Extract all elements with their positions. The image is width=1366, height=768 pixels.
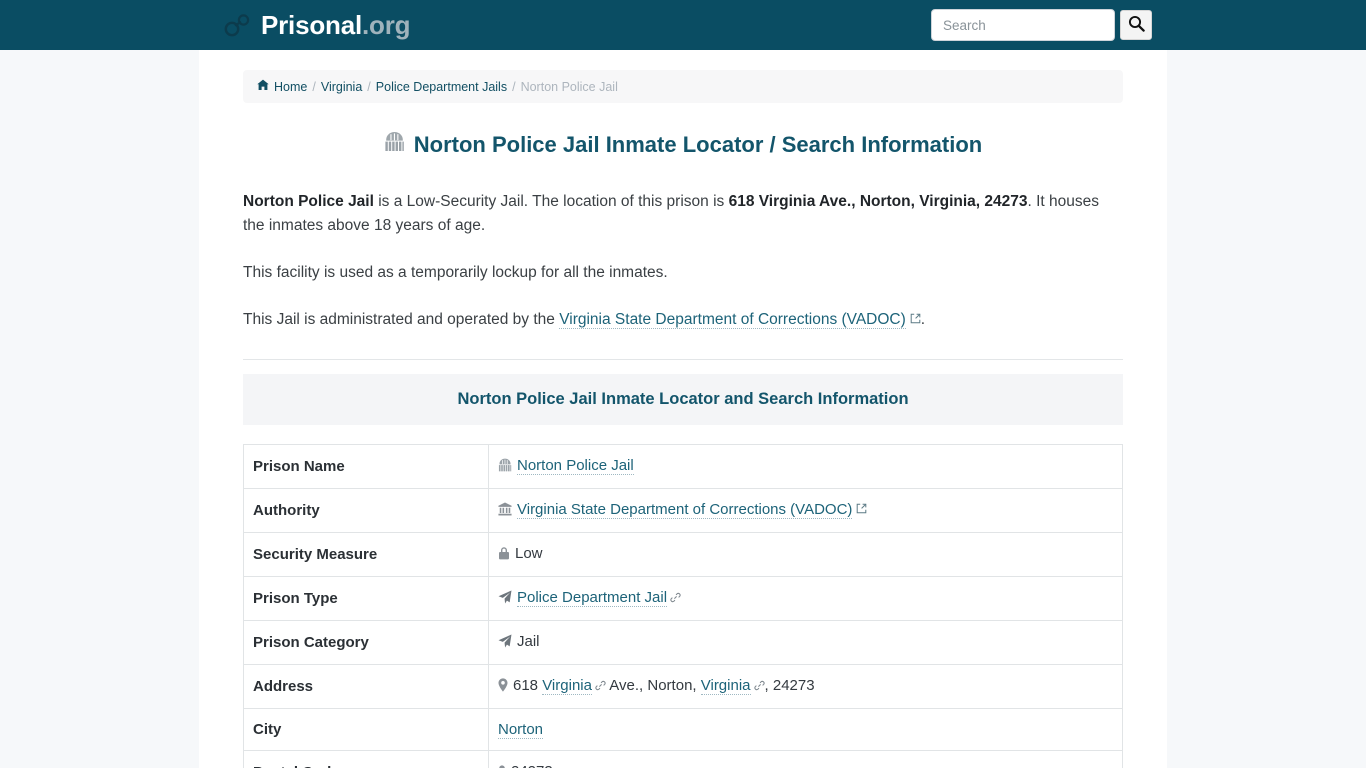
table-row: Postal Code 24273 <box>243 749 1123 768</box>
content-container: Home / Virginia / Police Department Jail… <box>243 50 1123 768</box>
row-value-authority: Virginia State Department of Corrections… <box>488 487 1123 533</box>
map-pin-small-icon <box>498 764 506 768</box>
page-title: Norton Police Jail Inmate Locator / Sear… <box>243 131 1123 160</box>
breadcrumb-item-current: Norton Police Jail <box>520 79 618 94</box>
bank-building-icon <box>498 502 512 520</box>
facility-address-bold: 618 Virginia Ave., Norton, Virginia, 242… <box>728 192 1028 210</box>
row-label-prison-type: Prison Type <box>243 575 489 621</box>
row-value-city: Norton <box>488 707 1123 751</box>
table-row: City Norton <box>243 707 1123 751</box>
chain-link-icon <box>753 678 765 695</box>
header-search <box>931 9 1152 41</box>
address-state-link-1[interactable]: Virginia <box>542 676 592 695</box>
address-mid-text: Ave., Norton, <box>605 676 701 694</box>
map-pin-icon <box>498 677 508 696</box>
brand-text: Prisonal.org <box>261 10 411 40</box>
prison-type-link[interactable]: Police Department Jail <box>517 588 668 607</box>
row-value-postal-code: 24273 <box>488 749 1123 768</box>
vadoc-link[interactable]: Virginia State Department of Corrections… <box>559 310 906 329</box>
row-label-security-measure: Security Measure <box>243 531 489 577</box>
search-button[interactable] <box>1120 10 1152 40</box>
handcuffs-icon <box>222 12 252 38</box>
prison-name-link[interactable]: Norton Police Jail <box>517 456 634 475</box>
brand-name: Prisonal <box>261 10 362 40</box>
row-value-security-measure: Low <box>488 531 1123 577</box>
jail-window-icon <box>384 131 405 160</box>
lock-icon <box>498 546 510 564</box>
prison-category-value: Jail <box>517 632 540 650</box>
brand-tld: .org <box>362 10 411 40</box>
address-street-number: 618 <box>513 676 543 694</box>
address-tail-text: , 24273 <box>764 676 815 694</box>
intro-paragraph: Norton Police Jail is a Low-Security Jai… <box>243 190 1123 238</box>
authority-paragraph: This Jail is administrated and operated … <box>243 308 1123 332</box>
site-header: Prisonal.org <box>0 0 1366 50</box>
external-link-icon <box>856 501 867 518</box>
row-value-prison-name: Norton Police Jail <box>488 443 1123 489</box>
breadcrumb: Home / Virginia / Police Department Jail… <box>243 70 1123 103</box>
authority-suffix-text: . <box>920 310 926 328</box>
row-label-prison-name: Prison Name <box>243 443 489 489</box>
breadcrumb-item-home[interactable]: Home <box>274 80 307 94</box>
row-label-address: Address <box>243 663 489 709</box>
chain-link-icon <box>670 590 681 607</box>
city-link[interactable]: Norton <box>498 720 544 739</box>
breadcrumb-separator: / <box>367 79 371 94</box>
authority-link[interactable]: Virginia State Department of Corrections… <box>517 500 853 519</box>
table-row: Prison Type Police Department Jail <box>243 575 1123 621</box>
intro-mid-text: is a Low-Security Jail. The location of … <box>373 192 729 210</box>
paper-plane-icon <box>498 590 512 608</box>
jail-window-icon <box>498 458 512 476</box>
external-link-icon <box>910 308 921 332</box>
row-value-prison-category: Jail <box>488 619 1123 665</box>
authority-prefix-text: This Jail is administrated and operated … <box>243 310 560 328</box>
row-label-city: City <box>243 707 489 751</box>
table-row: Security Measure Low <box>243 531 1123 577</box>
breadcrumb-separator: / <box>312 79 316 94</box>
section-divider <box>243 358 1123 360</box>
site-logo-link[interactable]: Prisonal.org <box>222 10 411 40</box>
table-row: Authority Virginia State Department of C… <box>243 487 1123 533</box>
lockup-paragraph: This facility is used as a temporarily l… <box>243 263 668 281</box>
breadcrumb-item-virginia[interactable]: Virginia <box>321 80 362 94</box>
security-measure-value: Low <box>515 544 543 562</box>
facility-name-bold: Norton Police Jail <box>243 192 374 210</box>
row-label-postal-code: Postal Code <box>243 749 489 768</box>
search-input[interactable] <box>931 9 1115 41</box>
row-value-prison-type: Police Department Jail <box>488 575 1123 621</box>
table-row: Address 618 Virginia Ave., Norton, Virgi… <box>243 663 1123 709</box>
paper-plane-icon <box>498 634 512 652</box>
search-icon <box>1128 15 1145 35</box>
table-row: Prison Category Jail <box>243 619 1123 665</box>
table-row: Prison Name Norton Police Jail <box>243 443 1123 489</box>
home-icon <box>257 79 269 94</box>
address-state-link-2[interactable]: Virginia <box>700 676 751 695</box>
breadcrumb-separator: / <box>512 79 516 94</box>
page-content-wrapper: Home / Virginia / Police Department Jail… <box>199 50 1167 768</box>
page-title-text: Norton Police Jail Inmate Locator / Sear… <box>413 132 983 157</box>
prison-info-table: Prison Name Norton Police Jail Authority… <box>243 443 1123 768</box>
row-label-authority: Authority <box>243 487 489 533</box>
row-label-prison-category: Prison Category <box>243 619 489 665</box>
row-value-address: 618 Virginia Ave., Norton, Virginia , 242… <box>488 663 1123 709</box>
postal-code-value: 24273 <box>511 763 553 768</box>
table-caption: Norton Police Jail Inmate Locator and Se… <box>243 373 1123 425</box>
breadcrumb-item-police-department-jails[interactable]: Police Department Jails <box>376 80 507 94</box>
chain-link-icon <box>595 678 606 695</box>
